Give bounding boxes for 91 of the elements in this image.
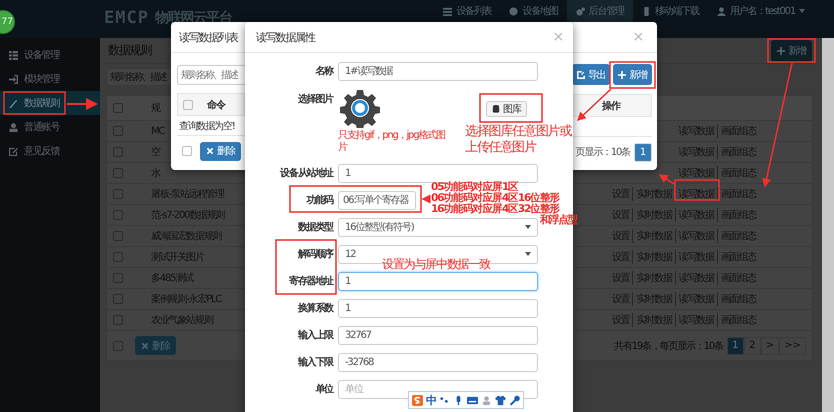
sidebar-item[interactable]: 模块管理 bbox=[0, 67, 100, 91]
field-label: 名称 bbox=[314, 64, 333, 78]
shirt-icon[interactable] bbox=[494, 394, 506, 406]
delete-button[interactable]: 删除 bbox=[200, 142, 241, 160]
login-icon bbox=[9, 74, 18, 84]
field-label: 换算系数 bbox=[296, 302, 333, 315]
plus-icon bbox=[618, 70, 626, 78]
annotation-text: 16功能码对应屏4区32位整形 bbox=[431, 204, 560, 215]
sidebar-item[interactable]: 设备管理 bbox=[0, 43, 100, 67]
page-button[interactable]: 1 bbox=[634, 142, 652, 162]
gear-icon bbox=[340, 88, 380, 128]
empty-message: 查询数据为空! bbox=[178, 120, 235, 132]
export-button[interactable]: 导出 bbox=[572, 64, 610, 85]
input-field[interactable]: -32768 bbox=[338, 352, 538, 372]
list-icon bbox=[9, 50, 18, 60]
sidebar-item[interactable]: 意见反馈 bbox=[0, 139, 100, 163]
nav-link[interactable]: 后台管理 bbox=[566, 0, 633, 22]
field-label: 功能码 bbox=[306, 194, 333, 207]
scrollbar[interactable] bbox=[822, 38, 834, 412]
checkbox[interactable] bbox=[182, 146, 192, 156]
field-label: 单位 bbox=[314, 382, 333, 396]
page-button[interactable]: >> bbox=[779, 336, 806, 354]
field-label: 寄存器地址 bbox=[288, 274, 333, 288]
keyboard-icon[interactable] bbox=[466, 394, 478, 406]
wrench-icon[interactable] bbox=[508, 394, 520, 406]
dialog-title: 读写数据属性 bbox=[256, 30, 315, 44]
edit-icon bbox=[9, 146, 18, 156]
plus-icon bbox=[777, 46, 786, 54]
add-button[interactable]: 新增 bbox=[771, 40, 812, 62]
input-field[interactable]: 1 bbox=[338, 272, 538, 290]
column-header: 命令 bbox=[207, 98, 225, 112]
search-field[interactable]: 规则名称、描述 bbox=[177, 65, 245, 85]
list-icon bbox=[443, 6, 452, 16]
annotation-box bbox=[275, 239, 337, 295]
input-field[interactable]: 06:写单个寄存器 bbox=[338, 190, 416, 210]
punctuation-icon[interactable] bbox=[438, 394, 450, 406]
page-button[interactable]: 1 bbox=[726, 336, 744, 354]
input-field[interactable]: 32767 bbox=[338, 326, 538, 344]
annotation-arrow bbox=[67, 98, 98, 110]
field-label: 输入下限 bbox=[296, 356, 333, 369]
checkbox[interactable] bbox=[183, 100, 193, 110]
field-label: 解码顺序 bbox=[296, 247, 333, 261]
phone-icon bbox=[642, 6, 651, 16]
export-icon bbox=[576, 70, 585, 78]
gears-icon bbox=[576, 6, 585, 16]
pencil-icon bbox=[9, 98, 18, 108]
caret-icon bbox=[799, 9, 805, 13]
nav-link[interactable]: 移动端下载 bbox=[632, 0, 708, 22]
annotation-arrow bbox=[576, 88, 612, 122]
field-label: 数据类型 bbox=[296, 220, 333, 234]
close-button[interactable]: × bbox=[552, 29, 563, 45]
nav-link[interactable]: 设备地图 bbox=[500, 0, 567, 22]
annotation-text: 上传任意图片 bbox=[465, 140, 536, 156]
field-label: 选择图片 bbox=[296, 92, 333, 106]
close-button[interactable]: × bbox=[632, 29, 643, 45]
input-field[interactable]: 1 bbox=[338, 164, 538, 182]
globe-icon bbox=[509, 6, 518, 16]
add-button[interactable]: 新增 bbox=[613, 64, 652, 85]
select-field[interactable]: 16位整型(有符号) bbox=[338, 218, 538, 236]
close-icon bbox=[206, 147, 214, 155]
user-icon bbox=[716, 6, 726, 16]
field-label: 设备从站地址 bbox=[278, 166, 333, 180]
column-header: 操作 bbox=[602, 100, 620, 112]
dialog-title: 读写数据列表 bbox=[179, 30, 238, 44]
annotation-text: 06功能码对应屏4区16位整形 bbox=[431, 193, 560, 204]
hint-text: 只支持gif，png，jpg格式图片 bbox=[338, 130, 446, 154]
annotation-text: 05功能码对应屏1区 bbox=[431, 182, 518, 193]
page-button[interactable]: > bbox=[760, 336, 780, 354]
nav-link[interactable]: 设备列表 bbox=[434, 0, 500, 22]
annotation-arrow bbox=[422, 194, 430, 204]
nav-link[interactable]: 用户名：test001 bbox=[708, 0, 814, 22]
annotation-box bbox=[674, 179, 720, 201]
database-icon bbox=[492, 105, 500, 113]
annotation-box bbox=[767, 38, 816, 63]
swirl-icon[interactable] bbox=[412, 394, 423, 406]
annotation-box bbox=[609, 61, 656, 89]
caret-icon bbox=[525, 252, 531, 256]
annotation-arrow bbox=[658, 174, 674, 185]
pagination-summary: 页显示：10条 bbox=[576, 146, 630, 159]
annotation-box bbox=[3, 91, 66, 115]
annotation-text: 选择图库任意图片或 bbox=[465, 124, 572, 140]
close-icon bbox=[141, 342, 149, 350]
annotation-box bbox=[479, 93, 543, 123]
gallery-button[interactable]: 图库 bbox=[486, 101, 527, 117]
input-field[interactable]: 1 bbox=[338, 298, 538, 318]
caret-icon bbox=[525, 225, 531, 229]
input-field[interactable]: 1#读写数据 bbox=[338, 62, 538, 80]
person-icon bbox=[9, 122, 18, 132]
checkbox[interactable] bbox=[113, 103, 123, 113]
field-label: 输入上限 bbox=[296, 328, 333, 342]
sidebar-item[interactable]: 普通账号 bbox=[0, 115, 100, 139]
